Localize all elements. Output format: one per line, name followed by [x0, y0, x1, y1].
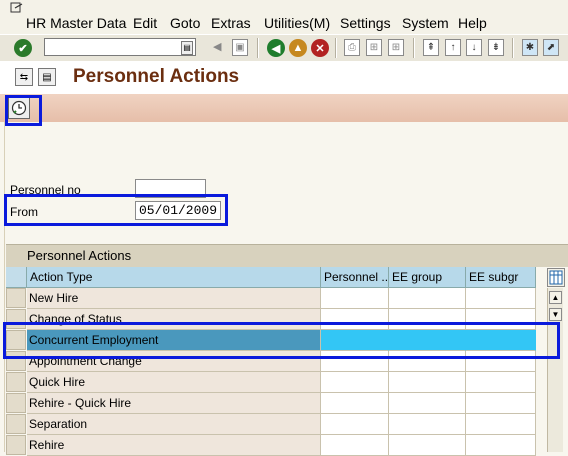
action-type-cell[interactable]: Quick Hire [27, 372, 321, 393]
row-selector[interactable] [6, 393, 26, 413]
ee-subgroup-cell[interactable] [466, 393, 536, 414]
column-header-ee-group[interactable]: EE group [389, 267, 466, 288]
table-title: Personnel Actions [27, 248, 132, 263]
display-object-icon[interactable]: ⇆ [15, 68, 33, 86]
ee-subgroup-cell[interactable] [466, 435, 536, 456]
toolbar-separator [413, 38, 415, 58]
object-list-icon[interactable]: ▤ [38, 68, 56, 86]
personnel-area-cell[interactable] [321, 309, 389, 330]
table-scrollbar[interactable]: ▲ ▼ [547, 288, 563, 452]
find-next-icon[interactable]: ⊞ [388, 39, 404, 56]
personnel-area-cell[interactable] [321, 393, 389, 414]
ee-group-cell[interactable] [389, 330, 466, 351]
row-selector[interactable] [6, 351, 26, 371]
print-icon[interactable]: ⎙ [344, 39, 360, 56]
toolbar-separator [512, 38, 514, 58]
column-header-action-type[interactable]: Action Type [27, 267, 321, 288]
from-date-input[interactable]: 05/01/2009 [135, 201, 221, 220]
clock-icon [11, 100, 27, 116]
menu-utilities[interactable]: Utilities(M) [264, 15, 330, 31]
ee-group-cell[interactable] [389, 309, 466, 330]
cancel-icon[interactable]: ✕ [311, 39, 329, 57]
personnel-area-cell[interactable] [321, 351, 389, 372]
row-selector[interactable] [6, 288, 26, 308]
column-header-ee-subgroup[interactable]: EE subgr [466, 267, 536, 288]
menu-system[interactable]: System [402, 15, 449, 31]
standard-toolbar: ✔ ▤ ◀ ▣ ◀ ▲ ✕ ⎙ ⊞ ⊞ ⇞ ↑ ↓ ⇟ ✱ ⬈ [0, 34, 568, 62]
ee-group-cell[interactable] [389, 435, 466, 456]
ee-subgroup-cell[interactable] [466, 351, 536, 372]
ee-subgroup-cell[interactable] [466, 330, 536, 351]
row-selector[interactable] [6, 330, 26, 350]
ee-group-cell[interactable] [389, 372, 466, 393]
ee-group-cell[interactable] [389, 351, 466, 372]
create-session-icon[interactable]: ✱ [522, 39, 538, 56]
row-selector[interactable] [6, 309, 26, 329]
menu-extras[interactable]: Extras [211, 15, 251, 31]
personnel-area-cell[interactable] [321, 414, 389, 435]
row-selector[interactable] [6, 435, 26, 455]
system-menu-icon[interactable] [10, 2, 24, 14]
last-page-icon[interactable]: ⇟ [488, 39, 504, 56]
toolbar-separator [257, 38, 259, 58]
table-title-bar: Personnel Actions [6, 244, 568, 267]
ee-group-cell[interactable] [389, 414, 466, 435]
back-icon[interactable]: ◀ [267, 39, 285, 57]
toolbar-separator [335, 38, 337, 58]
previous-page-icon[interactable]: ↑ [445, 39, 461, 56]
menu-bar: HR Master Data Edit Goto Extras Utilitie… [0, 0, 568, 34]
ee-subgroup-cell[interactable] [466, 309, 536, 330]
menu-goto[interactable]: Goto [170, 15, 200, 31]
table-settings-icon[interactable] [547, 268, 565, 287]
save-icon[interactable]: ▣ [232, 39, 248, 56]
from-label: From [10, 205, 38, 219]
personnel-no-label: Personnel no [10, 183, 81, 197]
ee-group-cell[interactable] [389, 393, 466, 414]
action-type-cell[interactable]: Rehire - Quick Hire [27, 393, 321, 414]
scroll-up-icon[interactable]: ▲ [549, 291, 562, 304]
select-all-cell[interactable] [6, 267, 27, 288]
ee-subgroup-cell[interactable] [466, 372, 536, 393]
scroll-down-icon[interactable]: ▼ [549, 308, 562, 321]
action-type-cell[interactable]: Rehire [27, 435, 321, 456]
action-type-cell[interactable]: Appointment Change [27, 351, 321, 372]
left-divider [4, 122, 5, 452]
action-type-cell[interactable]: Change of Status [27, 309, 321, 330]
ee-subgroup-cell[interactable] [466, 288, 536, 309]
row-selector[interactable] [6, 414, 26, 434]
next-page-icon[interactable]: ↓ [466, 39, 482, 56]
command-field[interactable]: ▤ [44, 38, 196, 56]
action-type-cell[interactable]: Concurrent Employment [27, 330, 321, 351]
title-bar: ⇆ ▤ Personnel Actions [0, 61, 568, 94]
row-selector[interactable] [6, 372, 26, 392]
execute-clock-icon[interactable] [8, 97, 30, 119]
column-header-personnel[interactable]: Personnel .. [321, 267, 389, 288]
exit-icon[interactable]: ▲ [289, 39, 307, 57]
application-toolbar [0, 94, 568, 122]
action-type-cell[interactable]: Separation [27, 414, 321, 435]
menu-help[interactable]: Help [458, 15, 487, 31]
first-page-icon[interactable]: ⇞ [423, 39, 439, 56]
personnel-area-cell[interactable] [321, 288, 389, 309]
ee-group-cell[interactable] [389, 288, 466, 309]
personnel-no-input[interactable] [135, 179, 206, 198]
enter-check-icon[interactable]: ✔ [14, 39, 32, 57]
personnel-area-cell[interactable] [321, 372, 389, 393]
personnel-area-cell[interactable] [321, 435, 389, 456]
ee-subgroup-cell[interactable] [466, 414, 536, 435]
shortcut-icon[interactable]: ⬈ [543, 39, 559, 56]
menu-settings[interactable]: Settings [340, 15, 391, 31]
command-collapse-icon[interactable]: ◀ [213, 40, 221, 53]
menu-hr-master-data[interactable]: HR Master Data [26, 15, 126, 31]
page-title: Personnel Actions [73, 66, 240, 87]
action-type-cell[interactable]: New Hire [27, 288, 321, 309]
find-icon[interactable]: ⊞ [366, 39, 382, 56]
menu-edit[interactable]: Edit [133, 15, 157, 31]
personnel-area-cell[interactable] [321, 330, 389, 351]
command-history-icon[interactable]: ▤ [181, 41, 193, 55]
